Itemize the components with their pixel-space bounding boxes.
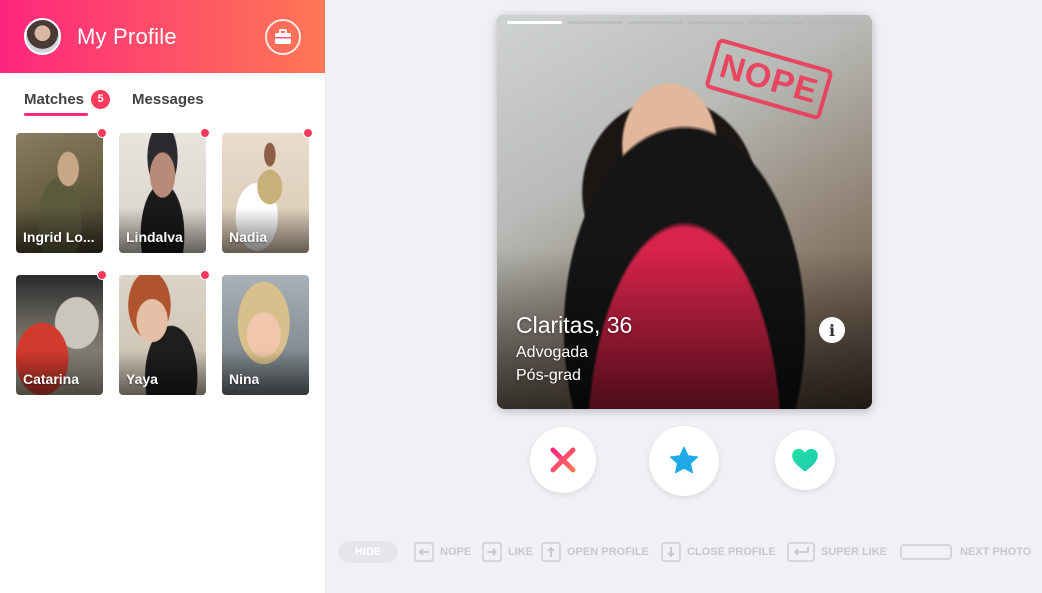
photo-progress	[507, 21, 864, 24]
enter-key-icon	[787, 542, 815, 562]
arrow-right-key-icon	[482, 542, 502, 562]
x-icon	[550, 447, 576, 473]
arrow-down-key-icon	[661, 542, 681, 562]
match-name: Nina	[229, 371, 260, 387]
nope-button[interactable]	[530, 427, 596, 493]
match-name: Catarina	[23, 371, 80, 387]
new-match-dot	[97, 128, 107, 138]
info-button[interactable]: i	[819, 317, 845, 343]
hide-shortcuts[interactable]: HIDE	[338, 540, 398, 564]
user-avatar[interactable]	[24, 18, 61, 55]
tab-messages-label: Messages	[132, 90, 204, 108]
hide-button[interactable]: HIDE	[338, 541, 398, 563]
super-like-button[interactable]	[649, 426, 719, 496]
spacebar-key-icon	[900, 544, 952, 560]
profile-header[interactable]: My Profile	[0, 0, 325, 73]
match-name: Ingrid Lo...	[23, 229, 95, 245]
profile-card[interactable]: NOPE Claritas, 36 Advogada Pós-grad i	[497, 15, 872, 409]
shortcut-close-profile-label: CLOSE PROFILE	[687, 546, 776, 558]
heart-icon	[792, 448, 818, 472]
arrow-up-key-icon	[541, 542, 561, 562]
photo-progress-segment[interactable]	[748, 21, 804, 24]
shortcut-super-like: SUPER LIKE	[787, 540, 887, 564]
card-name-age: Claritas, 36	[516, 312, 633, 338]
match-name: Yaya	[126, 371, 158, 387]
shortcut-nope-label: NOPE	[440, 546, 472, 558]
photo-progress-segment[interactable]	[808, 21, 864, 24]
new-match-dot	[200, 128, 210, 138]
new-match-dot	[97, 270, 107, 280]
arrow-left-key-icon	[414, 542, 434, 562]
shortcut-next-photo-label: NEXT PHOTO	[960, 546, 1032, 558]
profile-title[interactable]: My Profile	[77, 24, 177, 50]
match-card-nina[interactable]: Nina	[222, 275, 309, 395]
photo-progress-segment[interactable]	[687, 21, 744, 24]
photo-progress-segment[interactable]	[507, 21, 563, 24]
star-icon	[670, 446, 698, 474]
tab-matches-label: Matches	[24, 90, 85, 108]
sidebar: My Profile Matches 5 Messages Ingrid Lo.…	[0, 0, 326, 593]
match-name: Lindalva	[126, 229, 183, 245]
shortcut-close-profile: CLOSE PROFILE	[661, 540, 776, 564]
match-card-nadia[interactable]: Nadia	[222, 128, 313, 253]
match-card-lindalva[interactable]: Lindalva	[119, 128, 210, 253]
shortcut-super-like-label: SUPER LIKE	[821, 546, 888, 558]
shortcut-like-label: LIKE	[508, 546, 534, 558]
sidebar-tabs: Matches 5 Messages	[0, 73, 325, 131]
card-job: Advogada	[516, 344, 589, 361]
work-mode-button[interactable]	[265, 19, 301, 55]
photo-progress-segment[interactable]	[627, 21, 683, 24]
match-card-ingrid[interactable]: Ingrid Lo...	[16, 128, 107, 253]
like-button[interactable]	[775, 430, 835, 490]
new-match-dot	[200, 270, 210, 280]
shortcut-next-photo: NEXT PHOTO	[900, 540, 1031, 564]
info-icon: i	[828, 320, 836, 340]
shortcut-open-profile-label: OPEN PROFILE	[567, 546, 649, 558]
match-name: Nadia	[229, 229, 268, 245]
new-match-dot	[303, 128, 313, 138]
tab-messages[interactable]: Messages	[132, 88, 204, 110]
match-card-yaya[interactable]: Yaya	[119, 270, 210, 395]
match-card-catarina[interactable]: Catarina	[16, 270, 107, 395]
card-education: Pós-grad	[516, 367, 581, 384]
tab-matches[interactable]: Matches 5	[24, 88, 111, 116]
shortcut-like: LIKE	[482, 540, 533, 564]
shortcut-nope: NOPE	[414, 540, 471, 564]
shortcut-open-profile: OPEN PROFILE	[541, 540, 649, 564]
briefcase-icon	[275, 29, 291, 44]
matches-count-badge: 5	[91, 89, 111, 109]
photo-progress-segment[interactable]	[567, 21, 623, 24]
